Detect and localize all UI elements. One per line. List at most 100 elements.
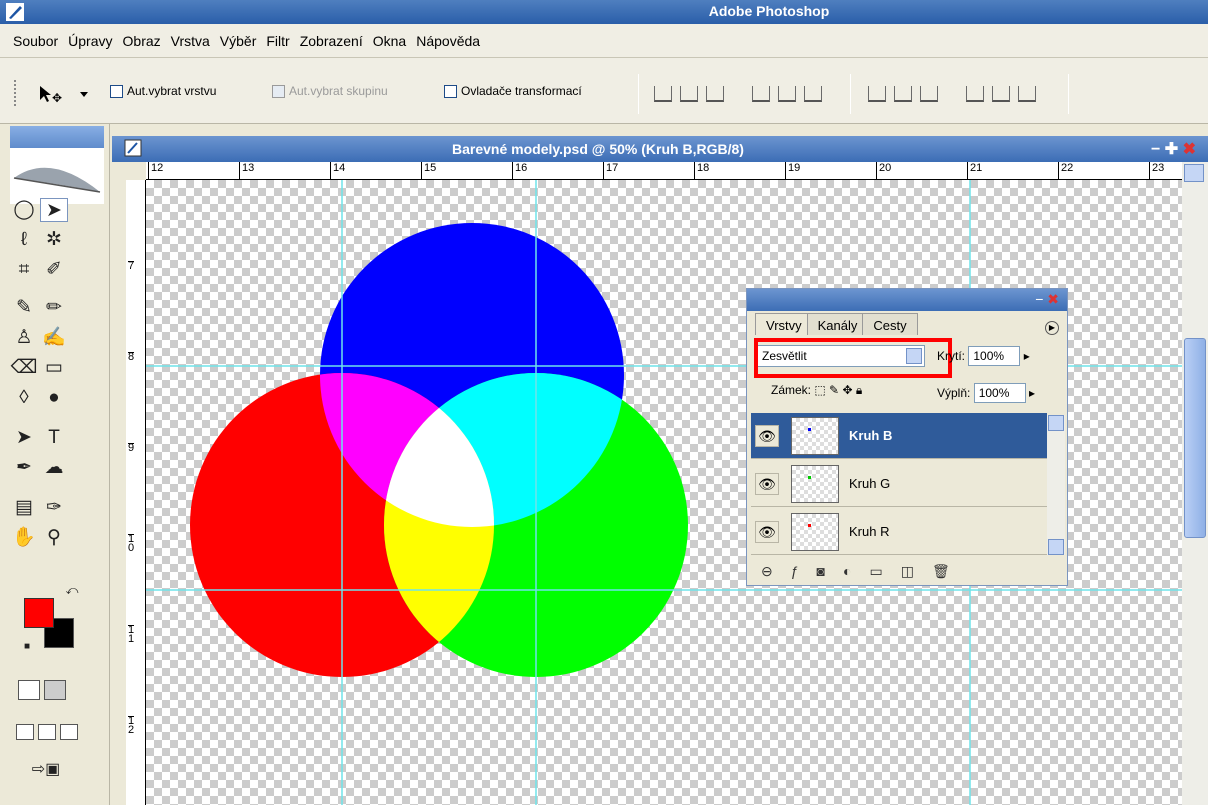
zoom-tool-icon[interactable]: ⚲ xyxy=(40,526,68,550)
layer-name: Kruh G xyxy=(849,476,891,491)
layer-row-kruh-g[interactable]: 👁︎ Kruh G xyxy=(751,461,1047,507)
menu-vrstva[interactable]: Vrstva xyxy=(166,33,215,49)
marquee-tool-icon[interactable]: ◯ xyxy=(10,198,38,222)
custom-shape-icon[interactable]: ☁ xyxy=(40,456,68,480)
distribute-hcenter-icon[interactable] xyxy=(992,86,1010,102)
hand-tool-icon[interactable]: ✋ xyxy=(10,526,38,550)
jump-to-imageready-icon[interactable]: ⇨▣ xyxy=(18,758,74,782)
crop-tool-icon[interactable]: ⌗ xyxy=(10,258,38,282)
minimize-icon[interactable]: − xyxy=(1151,141,1160,158)
align-vcenter-icon[interactable] xyxy=(680,86,698,102)
blur-tool-icon[interactable]: ◊ xyxy=(10,386,38,410)
layers-panel-header[interactable] xyxy=(747,289,1067,311)
distribute-right-icon[interactable] xyxy=(1018,86,1036,102)
pen-tool-icon[interactable]: ✒ xyxy=(10,456,38,480)
clone-stamp-icon[interactable]: ♙ xyxy=(10,326,38,350)
adjustment-layer-icon[interactable]: ◐ xyxy=(843,563,851,580)
gradient-tool-icon[interactable]: ▭ xyxy=(40,356,68,380)
new-group-icon[interactable]: ▭ xyxy=(869,563,882,580)
vertical-scrollbar[interactable] xyxy=(1182,162,1208,805)
align-right-icon[interactable] xyxy=(804,86,822,102)
auto-select-layer-label: Aut.vybrat vrstvu xyxy=(127,84,217,98)
eye-icon[interactable]: 👁︎ xyxy=(755,473,779,495)
fill-input[interactable]: 100% xyxy=(973,383,1026,403)
default-colors-icon[interactable]: ■ xyxy=(20,640,34,654)
healing-brush-icon[interactable]: ✎ xyxy=(10,296,38,320)
align-bottom-icon[interactable] xyxy=(706,86,724,102)
close-icon[interactable]: ✖ xyxy=(1183,141,1196,158)
eyedropper-tool-icon[interactable]: ✑ xyxy=(40,496,68,520)
menu-upravy[interactable]: Úpravy xyxy=(63,33,117,49)
link-layers-icon[interactable]: ⊖ xyxy=(761,563,773,580)
lock-move-icon[interactable]: ✥ xyxy=(842,383,852,397)
menu-napoveda[interactable]: Nápověda xyxy=(411,33,485,49)
layer-row-kruh-r[interactable]: 👁︎ Kruh R xyxy=(751,509,1047,555)
path-selection-icon[interactable]: ➤ xyxy=(10,426,38,450)
distribute-vcenter-icon[interactable] xyxy=(894,86,912,102)
screen-mode-standard-icon[interactable] xyxy=(16,724,34,740)
options-grip[interactable] xyxy=(14,80,18,106)
brush-tool-icon[interactable]: ✏ xyxy=(40,296,68,320)
fill-arrow-icon[interactable]: ▸ xyxy=(1029,386,1035,400)
menu-filtr[interactable]: Filtr xyxy=(261,33,294,49)
menu-vyber[interactable]: Výběr xyxy=(215,33,262,49)
transform-controls-checkbox[interactable]: Ovladače transformací xyxy=(444,84,582,98)
layer-row-kruh-b[interactable]: 👁︎ Kruh B xyxy=(751,413,1047,459)
blend-mode-select[interactable]: Zesvětlit xyxy=(754,338,952,378)
eraser-tool-icon[interactable]: ⌫ xyxy=(10,356,38,380)
document-titlebar[interactable]: Barevné modely.psd @ 50% (Kruh B,RGB/8) … xyxy=(112,136,1208,162)
toolbox-header[interactable] xyxy=(10,126,104,148)
quick-mask-mode-icon[interactable] xyxy=(44,680,66,700)
ruler-h-label: 21 xyxy=(967,162,982,179)
maximize-icon[interactable]: ✚ xyxy=(1165,141,1178,158)
scroll-up-arrow-icon[interactable] xyxy=(1048,415,1064,431)
distribute-left-icon[interactable] xyxy=(966,86,984,102)
lasso-tool-icon[interactable]: ℓ xyxy=(10,228,38,252)
new-layer-icon[interactable]: ◫ xyxy=(901,563,914,580)
eye-icon[interactable]: 👁︎ xyxy=(755,425,779,447)
opacity-arrow-icon[interactable]: ▸ xyxy=(1024,349,1030,363)
scroll-up-arrow-icon[interactable] xyxy=(1184,164,1204,182)
standard-mode-icon[interactable] xyxy=(18,680,40,700)
panel-close-icon[interactable]: ✖ xyxy=(1047,291,1059,307)
eye-icon[interactable]: 👁︎ xyxy=(755,521,779,543)
lock-transparency-icon[interactable]: ⬚ xyxy=(814,383,825,397)
screen-mode-full-icon[interactable] xyxy=(60,724,78,740)
magic-wand-tool-icon[interactable]: ✲ xyxy=(40,228,68,252)
history-brush-icon[interactable]: ✍ xyxy=(40,326,68,350)
move-tool-preset-icon[interactable]: ✥ xyxy=(36,82,96,106)
menu-zobrazeni[interactable]: Zobrazení xyxy=(295,33,368,49)
lock-all-icon[interactable]: 🔒︎ xyxy=(856,383,862,397)
auto-select-layer-checkbox[interactable]: Aut.vybrat vrstvu xyxy=(110,84,216,98)
scroll-down-arrow-icon[interactable] xyxy=(1048,539,1064,555)
align-top-icon[interactable] xyxy=(654,86,672,102)
swap-colors-icon[interactable]: ⤺ xyxy=(64,582,80,598)
layers-scrollbar[interactable] xyxy=(1047,415,1065,555)
menu-obraz[interactable]: Obraz xyxy=(118,33,166,49)
screen-mode-full-menu-icon[interactable] xyxy=(38,724,56,740)
align-left-icon[interactable] xyxy=(752,86,770,102)
distribute-top-icon[interactable] xyxy=(868,86,886,102)
opacity-input[interactable]: 100% xyxy=(968,346,1021,366)
slice-tool-icon[interactable]: ✐ xyxy=(40,258,68,282)
scroll-thumb[interactable] xyxy=(1184,338,1206,538)
dodge-tool-icon[interactable]: ● xyxy=(40,386,68,410)
lock-paint-icon[interactable]: ✎ xyxy=(829,383,839,397)
foreground-color-swatch[interactable] xyxy=(24,598,54,628)
tab-kanaly[interactable]: Kanály xyxy=(806,313,869,335)
layer-style-icon[interactable]: ƒ xyxy=(791,563,799,580)
distribute-bottom-icon[interactable] xyxy=(920,86,938,102)
menu-okna[interactable]: Okna xyxy=(368,33,411,49)
tab-cesty[interactable]: Cesty xyxy=(862,313,918,335)
tab-vrstvy[interactable]: Vrstvy xyxy=(755,313,813,335)
notes-tool-icon[interactable]: ▤ xyxy=(10,496,38,520)
toolbox: ◯ ➤ ℓ ✲ ⌗ ✐ ✎ ✏ ♙ ✍ ⌫ ▭ ◊ ● ➤ T ✒ ☁ ▤ ✑ … xyxy=(0,124,110,805)
layer-mask-icon[interactable]: ◙ xyxy=(817,563,825,580)
panel-minimize-icon[interactable]: − xyxy=(1035,291,1043,307)
delete-layer-icon[interactable]: 🗑︎ xyxy=(932,563,950,580)
align-hcenter-icon[interactable] xyxy=(778,86,796,102)
panel-menu-icon[interactable]: ▶ xyxy=(1045,321,1059,335)
move-tool-icon[interactable]: ➤ xyxy=(40,198,68,222)
menu-soubor[interactable]: Soubor xyxy=(8,33,63,49)
type-tool-icon[interactable]: T xyxy=(40,426,68,450)
